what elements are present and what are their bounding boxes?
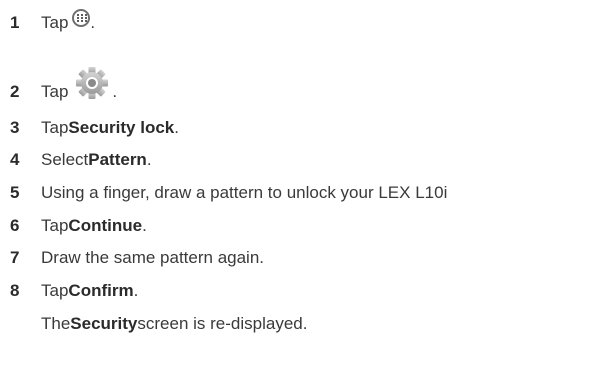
step-number: 6 bbox=[10, 216, 20, 235]
step-7: 7 Draw the same pattern again. bbox=[10, 245, 264, 271]
step-bold-term: Pattern bbox=[88, 150, 147, 169]
step-text: Tap bbox=[41, 13, 69, 32]
step-5: 5 Using a finger, draw a pattern to unlo… bbox=[10, 180, 447, 206]
step-number: 8 bbox=[10, 281, 20, 300]
step-number: 2 bbox=[10, 82, 20, 101]
apps-icon bbox=[72, 9, 91, 27]
note-text-end: screen is re-displayed. bbox=[137, 314, 308, 333]
step-text-end: . bbox=[174, 118, 179, 137]
step-number: 1 bbox=[10, 13, 20, 32]
step-text-end: . bbox=[90, 13, 96, 32]
step-text-end: . bbox=[133, 281, 139, 300]
step-text-end: . bbox=[146, 150, 152, 169]
step-text: Select bbox=[41, 150, 89, 169]
step-number: 4 bbox=[10, 150, 20, 169]
step-6: 6 Tap Continue . bbox=[10, 213, 147, 239]
step-4: 4 Select Pattern . bbox=[10, 147, 152, 173]
step-text: Tap bbox=[41, 118, 69, 137]
step-number: 5 bbox=[10, 183, 20, 202]
step-text: Tap bbox=[41, 281, 69, 300]
step-bold-term: Continue bbox=[68, 216, 143, 235]
step-text-end: . bbox=[112, 82, 118, 101]
step-2: 2 Tap . bbox=[10, 66, 118, 105]
step-number: 7 bbox=[10, 248, 20, 267]
step-bold-term: Security lock bbox=[68, 118, 175, 137]
step-bold-term: Confirm bbox=[68, 281, 134, 300]
step-text: Using a finger, draw a pattern to unlock… bbox=[41, 183, 448, 202]
step-8: 8 Tap Confirm . bbox=[10, 278, 138, 304]
step-3: 3 Tap Security lock . bbox=[10, 115, 179, 141]
note-text: The bbox=[41, 314, 71, 333]
step-number: 3 bbox=[10, 118, 20, 137]
step-text-end: . bbox=[142, 216, 147, 235]
note-bold-term: Security bbox=[70, 314, 138, 333]
settings-gear-icon bbox=[72, 65, 112, 106]
step-text: Draw the same pattern again. bbox=[41, 248, 265, 267]
step-text: Tap bbox=[41, 216, 69, 235]
step-1: 1 Tap . bbox=[10, 9, 96, 36]
step-text: Tap bbox=[41, 82, 69, 101]
result-note: The Security screen is re-displayed. bbox=[41, 311, 307, 337]
